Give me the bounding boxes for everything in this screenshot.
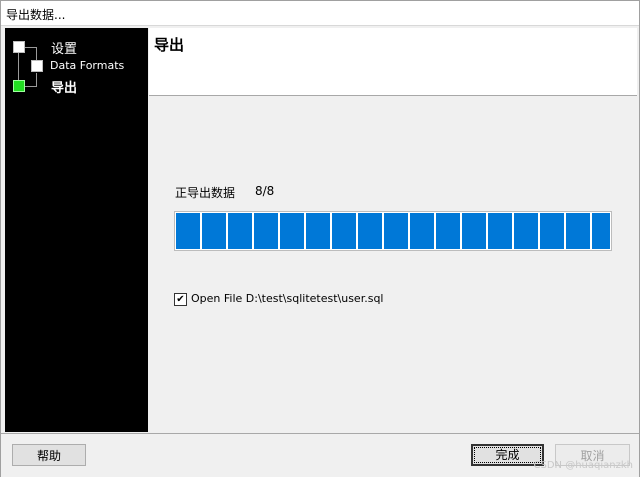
export-progress-panel: 正导出数据 8/8 ✔ Open File D:\test\sqlitetest… xyxy=(149,96,637,432)
step-node-icon xyxy=(31,60,43,72)
page-header: 导出 xyxy=(149,28,637,96)
tree-connector-line xyxy=(24,47,36,48)
step-node-icon xyxy=(13,41,25,53)
wizard-footer: 帮助 完成 取消 CSDN @huaqianzkh xyxy=(1,433,639,477)
current-step-node-icon xyxy=(13,80,25,92)
step-label-export: 导出 xyxy=(51,81,78,96)
tree-connector-line xyxy=(36,73,37,87)
progress-bar-fill xyxy=(176,213,610,249)
title-bar[interactable]: 导出数据... xyxy=(1,1,639,26)
export-wizard-window: 导出数据... 设置 Data Formats 导出 导出 正导出数据 8/8 … xyxy=(0,0,640,477)
help-button[interactable]: 帮助 xyxy=(12,444,86,466)
open-file-checkbox[interactable]: ✔ xyxy=(174,293,187,306)
step-label-data-formats: Data Formats xyxy=(50,59,125,72)
window-title: 导出数据... xyxy=(6,8,66,22)
export-progress-bar xyxy=(174,211,612,251)
wizard-steps-sidebar: 设置 Data Formats 导出 xyxy=(5,28,148,432)
progress-status-label: 正导出数据 xyxy=(175,186,236,200)
page-title: 导出 xyxy=(154,36,185,54)
progress-count: 8/8 xyxy=(255,184,275,198)
step-label-settings: 设置 xyxy=(51,42,78,57)
watermark-text: CSDN @huaqianzkh xyxy=(533,460,633,471)
open-file-checkbox-label[interactable]: Open File D:\test\sqlitetest\user.sql xyxy=(191,292,383,305)
